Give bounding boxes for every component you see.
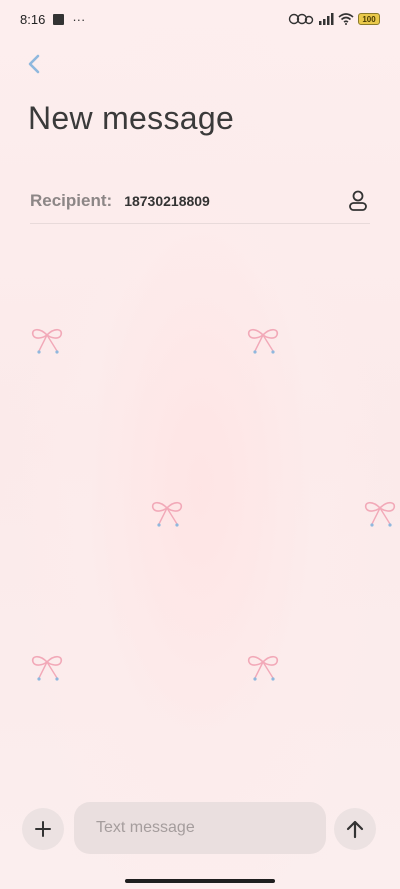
add-attachment-button[interactable]	[22, 808, 64, 850]
bow-decoration-icon	[31, 328, 63, 354]
home-indicator[interactable]	[125, 879, 275, 883]
message-input[interactable]	[74, 802, 326, 854]
app-notification-icon	[288, 13, 314, 25]
recipient-label: Recipient:	[30, 190, 113, 210]
status-bar: 8:16 ··· 100	[0, 0, 400, 38]
bow-decoration-icon	[151, 501, 183, 527]
bow-decoration-icon	[364, 501, 396, 527]
more-notifications-icon: ···	[72, 11, 86, 27]
status-right: 100	[288, 13, 380, 25]
person-icon	[349, 190, 367, 211]
recipient-row[interactable]: Recipient: 18730218809	[30, 178, 370, 224]
wifi-icon	[338, 13, 354, 25]
status-left: 8:16 ···	[20, 12, 85, 27]
bow-decoration-icon	[247, 328, 279, 354]
back-button[interactable]	[20, 50, 48, 78]
send-button[interactable]	[334, 808, 376, 850]
arrow-up-icon	[346, 820, 364, 839]
bow-decoration-icon	[31, 655, 63, 681]
signal-icon	[319, 13, 334, 25]
battery-icon: 100	[358, 13, 380, 25]
notification-icon	[53, 13, 65, 25]
status-time: 8:16	[20, 11, 46, 27]
message-composer	[0, 800, 400, 858]
plus-icon	[35, 821, 51, 837]
bow-decoration-icon	[247, 655, 279, 681]
chevron-left-icon	[28, 54, 40, 74]
contact-picker-button[interactable]	[344, 187, 372, 215]
recipient-value[interactable]: 18730218809	[124, 193, 210, 209]
page-title: New message	[28, 100, 235, 136]
